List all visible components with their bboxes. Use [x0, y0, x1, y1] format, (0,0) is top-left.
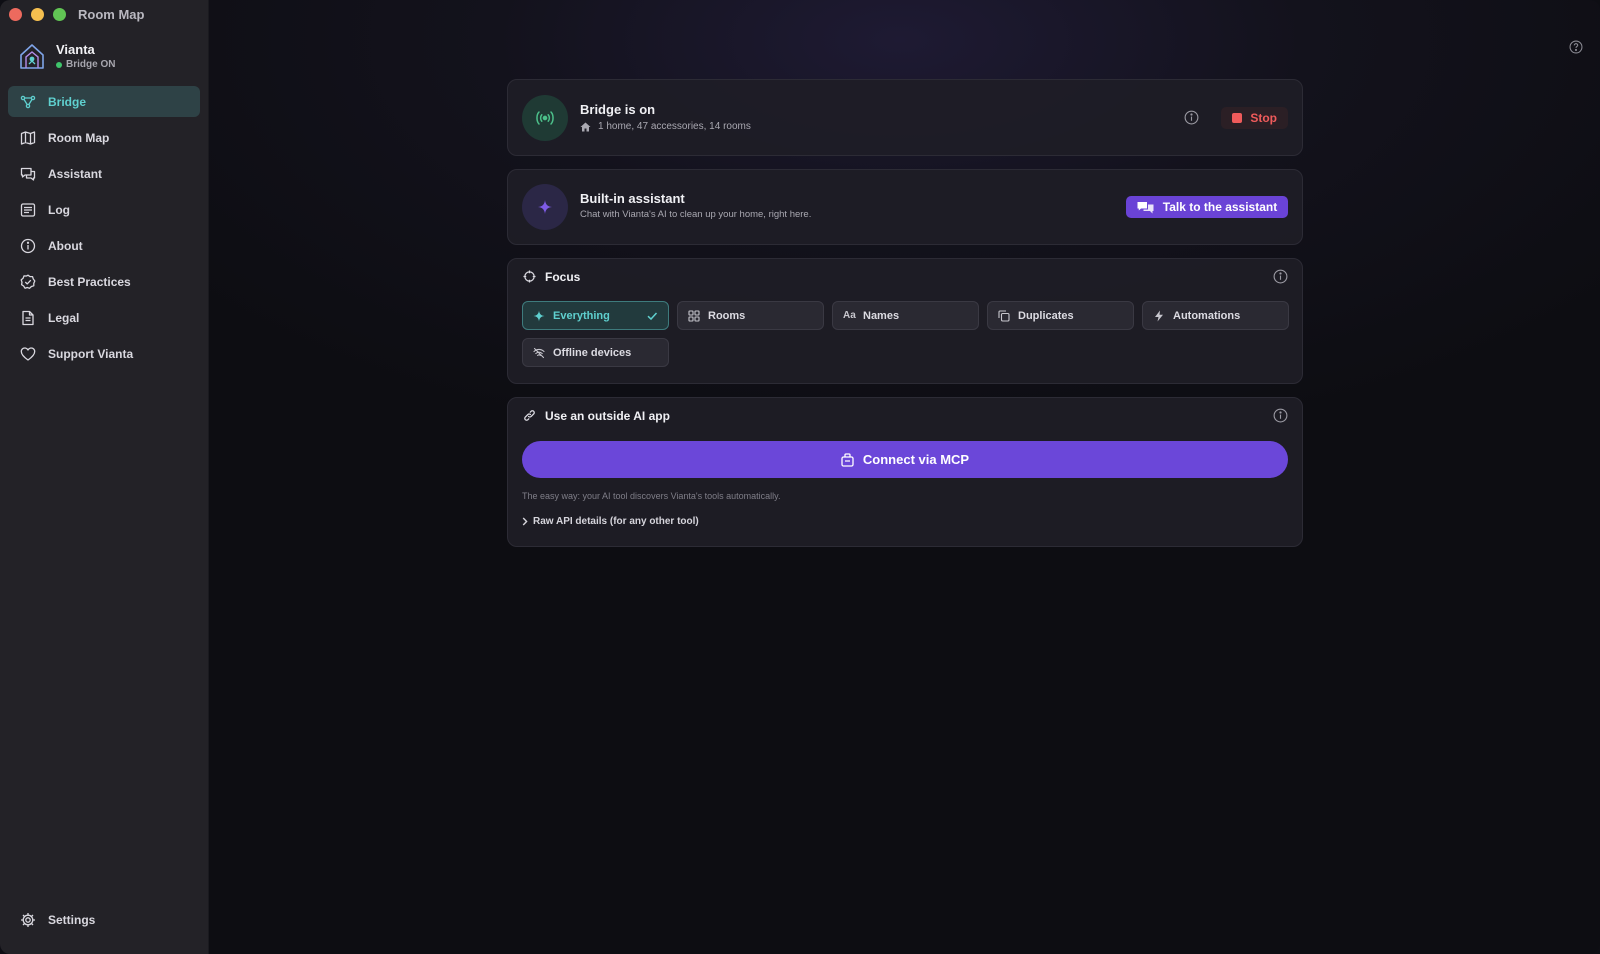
chat-icon: [20, 166, 36, 182]
bridge-icon: [20, 94, 36, 110]
sidebar-item-label: Bridge: [48, 94, 87, 109]
wifi-off-icon: [533, 347, 545, 358]
help-icon[interactable]: [1569, 40, 1583, 54]
bolt-icon: [1155, 310, 1163, 321]
focus-option-names[interactable]: Aa Names: [832, 301, 979, 330]
focus-option-rooms[interactable]: Rooms: [677, 301, 824, 330]
mcp-hint: The easy way: your AI tool discovers Via…: [522, 491, 781, 501]
focus-option-duplicates[interactable]: Duplicates: [987, 301, 1134, 330]
vianta-logo-icon: [20, 44, 44, 69]
sidebar-item-assistant[interactable]: Assistant: [8, 158, 200, 189]
talk-button-label: Talk to the assistant: [1162, 200, 1278, 214]
chat-bubbles-icon: [1137, 201, 1154, 213]
heart-icon: [20, 346, 36, 362]
copy-icon: [998, 309, 1010, 322]
assistant-badge: [522, 184, 568, 230]
sidebar: Room Map Vianta Bridge ON Bridge Room Ma…: [0, 0, 209, 954]
grid-icon: [688, 309, 700, 322]
zoom-window-button[interactable]: [53, 8, 66, 21]
broadcast-icon: [536, 111, 554, 125]
bridge-status: Bridge ON: [56, 59, 115, 70]
map-icon: [20, 130, 36, 146]
bridge-signal-badge: [522, 95, 568, 141]
assistant-title: Built-in assistant: [580, 191, 685, 206]
text-icon: Aa: [843, 310, 856, 321]
outside-ai-info-icon[interactable]: [1273, 408, 1288, 423]
document-icon: [20, 310, 36, 326]
checkmark-icon: [647, 312, 658, 321]
app-window: Room Map Vianta Bridge ON Bridge Room Ma…: [0, 0, 1600, 954]
sidebar-item-label: About: [48, 238, 83, 253]
bridge-summary: 1 home, 47 accessories, 14 rooms: [580, 121, 751, 132]
stop-icon: [1232, 113, 1243, 123]
focus-title: Focus: [545, 270, 581, 284]
sidebar-item-label: Assistant: [48, 166, 103, 181]
sidebar-item-best-practices[interactable]: Best Practices: [8, 266, 200, 297]
home-icon: [580, 122, 591, 131]
focus-option-offline-devices[interactable]: Offline devices: [522, 338, 669, 367]
list-icon: [20, 202, 36, 218]
sidebar-item-legal[interactable]: Legal: [8, 302, 200, 333]
info-icon: [20, 238, 36, 254]
raw-api-label: Raw API details (for any other tool): [533, 516, 699, 527]
sidebar-item-label: Log: [48, 202, 70, 217]
bridge-title: Bridge is on: [580, 102, 656, 117]
connect-mcp-button[interactable]: Connect via MCP: [522, 441, 1288, 478]
sparkle-icon: [533, 310, 545, 321]
sidebar-item-log[interactable]: Log: [8, 194, 200, 225]
outside-ai-card: Use an outside AI app Connect via MCP Th…: [507, 397, 1303, 547]
bridge-status-label: Bridge ON: [66, 59, 116, 70]
settings-area: Settings: [8, 904, 200, 940]
assistant-card: Built-in assistant Chat with Vianta's AI…: [507, 169, 1303, 245]
sidebar-item-label: Legal: [48, 310, 80, 325]
focus-info-icon[interactable]: [1273, 269, 1288, 284]
sidebar-item-settings[interactable]: Settings: [8, 904, 200, 935]
focus-option-everything[interactable]: Everything: [522, 301, 669, 330]
bridge-summary-text: 1 home, 47 accessories, 14 rooms: [598, 121, 751, 132]
focus-option-label: Automations: [1173, 309, 1241, 322]
brand-name: Vianta: [56, 42, 95, 57]
focus-option-label: Duplicates: [1018, 309, 1074, 322]
stop-label: Stop: [1250, 111, 1277, 125]
chevron-right-icon: [522, 517, 528, 526]
badge-check-icon: [20, 274, 36, 290]
sidebar-item-label: Best Practices: [48, 274, 131, 289]
status-dot: [56, 61, 62, 68]
talk-to-assistant-button[interactable]: Talk to the assistant: [1126, 196, 1288, 218]
connect-mcp-label: Connect via MCP: [862, 452, 970, 467]
raw-api-details-toggle[interactable]: Raw API details (for any other tool): [522, 516, 699, 527]
close-window-button[interactable]: [9, 8, 22, 21]
focus-option-label: Offline devices: [553, 346, 632, 359]
sparkle-icon: [538, 200, 552, 214]
focus-option-label: Everything: [553, 309, 610, 322]
assistant-subtitle: Chat with Vianta's AI to clean up your h…: [580, 209, 812, 220]
sidebar-nav: Bridge Room Map Assistant Log About Best…: [8, 86, 200, 374]
sidebar-item-room-map[interactable]: Room Map: [8, 122, 200, 153]
package-icon: [841, 452, 854, 467]
settings-label: Settings: [48, 912, 96, 927]
sidebar-item-bridge[interactable]: Bridge: [8, 86, 200, 117]
outside-ai-title: Use an outside AI app: [545, 409, 670, 423]
gear-icon: [20, 912, 36, 928]
window-controls: [9, 8, 66, 21]
focus-option-label: Names: [863, 309, 900, 322]
focus-card: Focus Everything Rooms Aa Names Duplicat…: [507, 258, 1303, 384]
sidebar-item-about[interactable]: About: [8, 230, 200, 261]
sidebar-item-support[interactable]: Support Vianta: [8, 338, 200, 369]
stop-bridge-button[interactable]: Stop: [1221, 107, 1288, 129]
link-icon: [524, 410, 535, 421]
minimize-window-button[interactable]: [31, 8, 44, 21]
crosshair-icon: [523, 270, 536, 283]
brand: Vianta Bridge ON: [18, 42, 115, 70]
focus-option-label: Rooms: [708, 309, 746, 322]
focus-option-automations[interactable]: Automations: [1142, 301, 1289, 330]
focus-options: Everything Rooms Aa Names Duplicates Aut…: [522, 301, 1290, 367]
sidebar-item-label: Support Vianta: [48, 346, 134, 361]
window-title: Room Map: [78, 7, 145, 22]
bridge-info-icon[interactable]: [1184, 110, 1199, 125]
sidebar-item-label: Room Map: [48, 130, 110, 145]
bridge-status-card: Bridge is on 1 home, 47 accessories, 14 …: [507, 79, 1303, 156]
